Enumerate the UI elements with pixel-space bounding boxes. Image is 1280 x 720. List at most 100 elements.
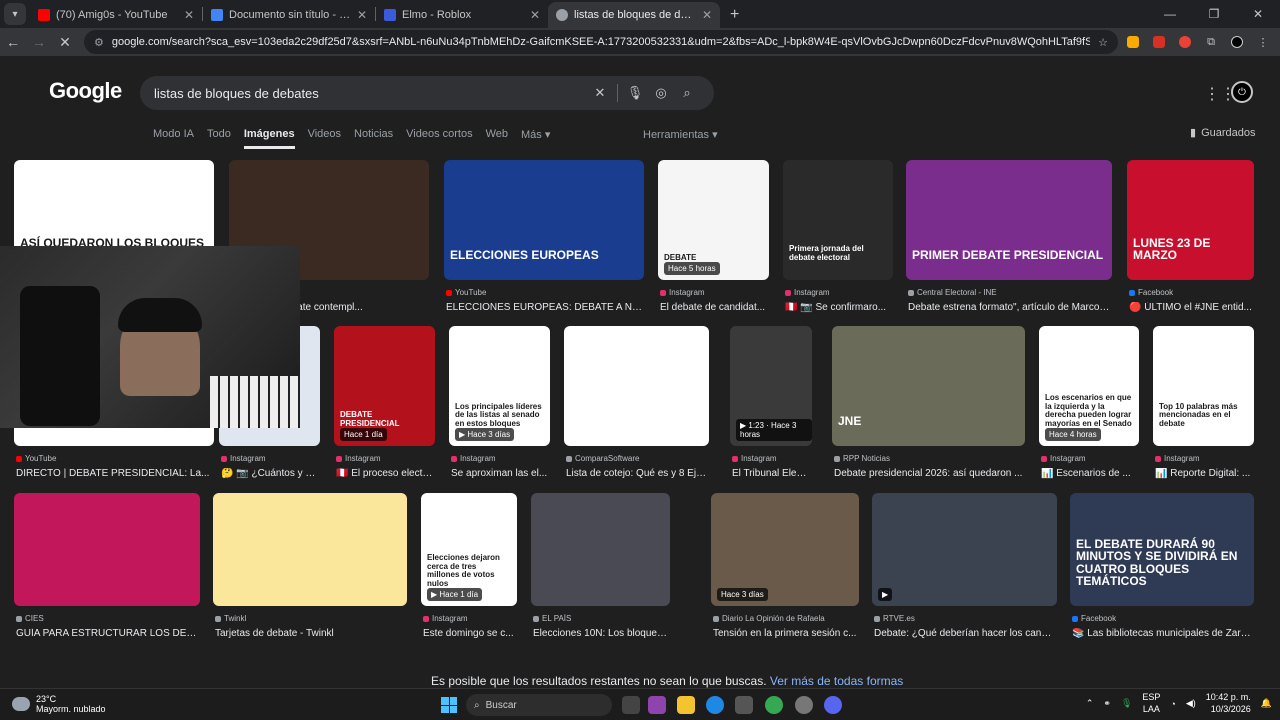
result-caption[interactable]: GUÍA PARA ESTRUCTURAR LOS DEB... <box>16 628 198 639</box>
clear-icon[interactable]: ✕ <box>587 85 613 101</box>
tab-google-search[interactable]: listas de bloques de debates - Buscar co… <box>548 2 720 28</box>
result-source[interactable]: Instagram <box>423 614 515 623</box>
edge-icon[interactable] <box>706 696 724 714</box>
result-caption[interactable]: 📚 Las bibliotecas municipales de Zara... <box>1072 628 1252 639</box>
close-icon[interactable]: ✕ <box>357 8 367 22</box>
result-thumbnail[interactable]: DEBATE PRESIDENCIAL Hace 1 día <box>334 326 435 446</box>
result-caption[interactable]: Lista de cotejo: Qué es y 8 Eje... <box>566 468 707 479</box>
image-result-card[interactable]: Twinkl Tarjetas de debate - Twinkl <box>213 493 407 646</box>
result-caption[interactable]: DIRECTO | DEBATE PRESIDENCIAL: La... <box>16 468 212 479</box>
result-thumbnail[interactable]: ELECCIONES EUROPEAS <box>444 160 644 280</box>
result-source[interactable]: Central Electoral - INE <box>908 288 1110 297</box>
image-result-card[interactable]: Top 10 palabras más mencionadas en el de… <box>1153 326 1254 486</box>
google-logo[interactable]: Google <box>49 78 122 104</box>
back-icon[interactable]: ← <box>0 29 26 55</box>
tools-button[interactable]: Herramientas ▾ <box>643 128 718 141</box>
image-result-card[interactable]: ▶ 1:23 · Hace 3 horas Instagram El Tribuna… <box>730 326 812 486</box>
result-caption[interactable]: Tensión en la primera sesión c... <box>713 628 857 639</box>
result-source[interactable]: RPP Noticias <box>834 454 1023 463</box>
result-source[interactable]: RTVE.es <box>874 614 1055 623</box>
result-thumbnail[interactable] <box>564 326 709 446</box>
address-bar[interactable]: ⚙ google.com/search?sca_esv=103eda2c29df… <box>84 30 1118 54</box>
image-result-card[interactable]: Elecciones dejaron cerca de tres millone… <box>421 493 517 646</box>
minimize-icon[interactable]: — <box>1148 0 1192 28</box>
result-thumbnail[interactable]: Elecciones dejaron cerca de tres millone… <box>421 493 517 606</box>
result-source[interactable]: Instagram <box>732 454 810 463</box>
result-source[interactable]: Facebook <box>1129 288 1252 297</box>
result-source[interactable]: Instagram <box>660 288 767 297</box>
result-caption[interactable]: 🤔 📷 ¿Cuántos y q... <box>221 468 318 479</box>
result-thumbnail[interactable]: LUNES 23 DE MARZO <box>1127 160 1254 280</box>
result-caption[interactable]: El debate de candidat... <box>660 302 767 313</box>
tab-docs[interactable]: Documento sin título - Documentos ✕ <box>203 2 375 28</box>
tab-modo-ia[interactable]: Modo IA <box>153 128 194 149</box>
new-tab-button[interactable]: + <box>720 2 749 28</box>
image-result-card[interactable]: LUNES 23 DE MARZO Facebook 🔴 ÚLTIMO el #JN… <box>1127 160 1254 320</box>
chrome-icon[interactable] <box>765 696 783 714</box>
result-source[interactable]: YouTube <box>16 454 212 463</box>
tab-mas[interactable]: Más ▾ <box>521 128 550 149</box>
close-icon[interactable]: ✕ <box>530 8 540 22</box>
result-source[interactable]: CIES <box>16 614 198 623</box>
image-result-card[interactable]: CIES GUÍA PARA ESTRUCTURAR LOS DEB... <box>14 493 200 646</box>
language-indicator[interactable]: ESP LAA <box>1142 692 1160 715</box>
puzzle-icon[interactable]: ⧉ <box>1200 31 1222 53</box>
result-thumbnail[interactable]: ▶ <box>872 493 1057 606</box>
result-source[interactable]: Instagram <box>336 454 433 463</box>
start-icon[interactable] <box>441 697 457 713</box>
result-source[interactable]: Twinkl <box>215 614 405 623</box>
extension-icon[interactable] <box>1174 31 1196 53</box>
result-caption[interactable]: Debate presidencial 2026: así quedaron .… <box>834 468 1023 479</box>
extension-icon[interactable] <box>1148 31 1170 53</box>
search-icon[interactable]: ⌕ <box>674 85 700 101</box>
result-caption[interactable]: 🔴 ÚLTIMO el #JNE entid... <box>1129 302 1252 313</box>
forward-icon[interactable]: → <box>26 29 52 55</box>
result-thumbnail[interactable] <box>213 493 407 606</box>
taskbar-search[interactable]: ⌕ Buscar <box>466 694 612 716</box>
weather-widget[interactable]: 23°C Mayorm. nublado <box>12 694 106 714</box>
image-result-card[interactable]: PRIMER DEBATE PRESIDENCIAL Central Electo… <box>906 160 1112 320</box>
result-thumbnail[interactable]: ▶ 1:23 · Hace 3 horas <box>730 326 812 446</box>
image-result-card[interactable]: DEBATE Hace 5 horas Instagram El debate de … <box>658 160 769 320</box>
tab-imagenes[interactable]: Imágenes <box>243 128 295 149</box>
discord-icon[interactable] <box>824 696 842 714</box>
result-source[interactable]: Instagram <box>221 454 318 463</box>
image-result-card[interactable]: JNE RPP Noticias Debate presidencial 2026:… <box>832 326 1025 486</box>
result-caption[interactable]: Debate estrena formato", artículo de Mar… <box>908 302 1110 313</box>
notification-icon[interactable]: 🔔 <box>1261 698 1272 709</box>
saved-button[interactable]: ▮ Guardados <box>1190 126 1256 140</box>
store-icon[interactable] <box>735 696 753 714</box>
volume-icon[interactable]: ◀) <box>1186 698 1196 709</box>
tab-videos[interactable]: Videos <box>308 128 341 149</box>
result-thumbnail[interactable]: Hace 3 días <box>711 493 859 606</box>
result-thumbnail[interactable]: Primera jornada del debate electoral <box>783 160 893 280</box>
result-caption[interactable]: 🇵🇪 📷 Se confirmaro... <box>785 302 891 313</box>
tab-search-button[interactable]: ▾ <box>4 3 26 25</box>
mic-icon[interactable]: 🎙 <box>1121 698 1132 709</box>
result-thumbnail[interactable] <box>531 493 670 606</box>
result-caption[interactable]: Se aproximan las el... <box>451 468 548 479</box>
close-icon[interactable]: ✕ <box>184 8 194 22</box>
wifi-icon[interactable]: ◔ <box>1170 699 1175 709</box>
image-result-card[interactable]: ComparaSoftware Lista de cotejo: Qué es y… <box>564 326 709 486</box>
lens-icon[interactable]: ◎ <box>648 85 674 101</box>
image-result-card[interactable]: Hace 3 días Diario La Opinión de Rafaela T… <box>711 493 859 646</box>
result-caption[interactable]: Debate: ¿Qué deberían hacer los candi... <box>874 628 1055 639</box>
image-result-card[interactable]: EL PAÍS Elecciones 10N: Los bloques de iz… <box>531 493 670 646</box>
result-source[interactable]: Instagram <box>1155 454 1252 463</box>
task-view-icon[interactable] <box>622 696 640 714</box>
profile-icon[interactable] <box>1226 31 1248 53</box>
avatar[interactable]: ⏻ <box>1231 81 1253 103</box>
site-info-icon[interactable]: ⚙ <box>94 36 104 49</box>
chevron-up-icon[interactable]: ⌃ <box>1086 698 1094 709</box>
result-thumbnail[interactable]: Los escenarios en que la izquierda y la … <box>1039 326 1139 446</box>
result-thumbnail[interactable]: Los principales líderes de las listas al… <box>449 326 550 446</box>
image-result-card[interactable]: Los escenarios en que la izquierda y la … <box>1039 326 1139 486</box>
restore-icon[interactable]: ❐ <box>1192 0 1236 28</box>
image-result-card[interactable]: ▶ RTVE.es Debate: ¿Qué deberían hacer los … <box>872 493 1057 646</box>
tab-web[interactable]: Web <box>486 128 508 149</box>
result-source[interactable]: YouTube <box>446 288 642 297</box>
result-caption[interactable]: El Tribunal Elector... <box>732 468 810 479</box>
result-thumbnail[interactable]: PRIMER DEBATE PRESIDENCIAL <box>906 160 1112 280</box>
copilot-icon[interactable] <box>648 696 666 714</box>
